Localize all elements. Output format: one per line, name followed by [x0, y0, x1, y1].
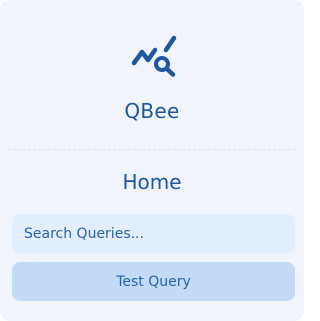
divider [8, 149, 296, 150]
search-input[interactable] [12, 214, 295, 253]
test-query-button[interactable]: Test Query [12, 262, 295, 301]
sidebar-panel: QBee Home Test Query [0, 0, 304, 321]
chart-search-icon [131, 35, 177, 77]
app-name: QBee [124, 99, 180, 123]
nav-item-home[interactable]: Home [0, 169, 304, 195]
